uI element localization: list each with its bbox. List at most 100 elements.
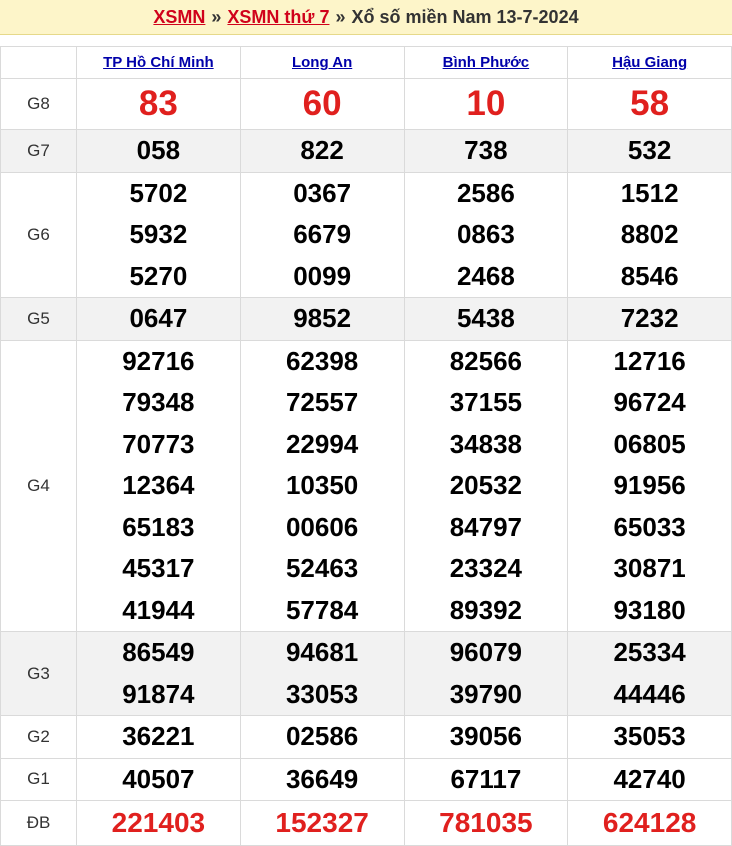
prize-cell: 7232 bbox=[567, 297, 732, 341]
province-link-hau-giang[interactable]: Hậu Giang bbox=[612, 54, 687, 71]
prize-number: 42740 bbox=[613, 763, 686, 794]
prize-cell: 92716 79348 70773 12364 65183 45317 41944 bbox=[76, 339, 241, 632]
prize-row-g8: G8 83 60 10 58 bbox=[0, 78, 732, 130]
prize-cell: 058 bbox=[76, 129, 241, 173]
prize-cell: 5438 bbox=[403, 297, 569, 341]
prize-cell: 1512 8802 8546 bbox=[567, 171, 732, 298]
prize-number: 70773 bbox=[122, 428, 195, 459]
breadcrumb-separator: » bbox=[211, 6, 222, 27]
prize-number: 8546 bbox=[620, 260, 679, 291]
prize-number: 96724 bbox=[613, 387, 686, 417]
prize-number: 39056 bbox=[449, 721, 523, 751]
prize-number: 65183 bbox=[122, 511, 195, 542]
prize-cell: 822 bbox=[239, 129, 405, 173]
prize-number: 058 bbox=[136, 135, 181, 165]
prize-number: 37155 bbox=[449, 387, 523, 417]
spacer bbox=[0, 35, 732, 46]
prize-number: 52463 bbox=[285, 553, 359, 583]
prize-row-g7: G7 058 822 738 532 bbox=[0, 129, 732, 173]
prize-cell: 221403 bbox=[76, 800, 241, 846]
prize-number: 6679 bbox=[293, 219, 352, 249]
prize-cell: 67117 bbox=[403, 757, 569, 801]
prize-number: 1512 bbox=[620, 177, 679, 208]
prize-number: 65033 bbox=[613, 511, 686, 542]
breadcrumb-header: XSMN » XSMN thứ 7 » Xổ số miền Nam 13-7-… bbox=[0, 0, 732, 35]
prize-cell: 42740 bbox=[567, 757, 732, 801]
prize-cell: 94681 33053 bbox=[239, 631, 405, 716]
prize-number: 0647 bbox=[129, 303, 188, 333]
prize-number: 0863 bbox=[456, 219, 515, 249]
breadcrumb-link-xsmn[interactable]: XSMN bbox=[153, 7, 205, 28]
prize-label: G6 bbox=[0, 171, 77, 298]
prize-number: 79348 bbox=[122, 387, 195, 417]
province-link-binh-phuoc[interactable]: Bình Phước bbox=[443, 54, 530, 71]
prize-number: 2468 bbox=[456, 260, 515, 291]
prize-number: 10350 bbox=[285, 470, 359, 500]
prize-label: G4 bbox=[0, 339, 77, 632]
prize-number: 781035 bbox=[439, 807, 533, 838]
prize-row-g4: G4 92716 79348 70773 12364 65183 45317 41944 623… bbox=[0, 339, 732, 632]
prize-row-g2: G2 36221 02586 39056 35053 bbox=[0, 715, 732, 759]
province-link-long-an[interactable]: Long An bbox=[292, 54, 352, 71]
prize-number: 8802 bbox=[620, 219, 679, 249]
prize-number: 23324 bbox=[449, 553, 523, 583]
prize-number: 91874 bbox=[122, 678, 195, 709]
prize-number: 67117 bbox=[450, 763, 522, 794]
prize-number: 02586 bbox=[285, 721, 359, 751]
prize-number: 62398 bbox=[285, 345, 359, 376]
prize-cell: 36221 bbox=[76, 715, 241, 759]
prize-number: 624128 bbox=[602, 807, 697, 838]
breadcrumb-link-xsmn-saturday[interactable]: XSMN thứ 7 bbox=[227, 7, 329, 28]
prize-number: 92716 bbox=[122, 345, 195, 376]
prize-number: 0367 bbox=[293, 177, 352, 208]
prize-number: 5702 bbox=[129, 177, 188, 208]
province-header: TP Hồ Chí Minh bbox=[76, 46, 241, 79]
prize-number: 86549 bbox=[122, 637, 195, 667]
prize-number: 5270 bbox=[129, 260, 188, 291]
prize-number: 58 bbox=[630, 84, 670, 123]
province-link-hcm[interactable]: TP Hồ Chí Minh bbox=[103, 54, 214, 71]
prize-number: 36649 bbox=[285, 763, 359, 794]
prize-cell: 152327 bbox=[239, 800, 405, 846]
prize-number: 45317 bbox=[122, 553, 195, 583]
prize-cell: 9852 bbox=[239, 297, 405, 341]
prize-cell: 40507 bbox=[76, 757, 241, 801]
province-header: Bình Phước bbox=[403, 46, 569, 79]
prize-number: 33053 bbox=[285, 678, 359, 709]
prize-number: 221403 bbox=[111, 807, 206, 838]
province-header-row: TP Hồ Chí Minh Long An Bình Phước Hậu Gi… bbox=[0, 46, 732, 79]
prize-number: 39790 bbox=[449, 678, 523, 709]
prize-label: G7 bbox=[0, 129, 77, 173]
prize-number: 20532 bbox=[449, 470, 523, 500]
province-header: Long An bbox=[239, 46, 405, 79]
prize-cell: 5702 5932 5270 bbox=[76, 171, 241, 298]
prize-number: 22994 bbox=[285, 428, 359, 459]
prize-cell: 35053 bbox=[567, 715, 732, 759]
prize-cell: 62398 72557 22994 10350 00606 52463 57784 bbox=[239, 339, 405, 632]
prize-number: 57784 bbox=[285, 594, 359, 625]
prize-number: 34838 bbox=[449, 428, 523, 459]
prize-cell: 82566 37155 34838 20532 84797 23324 89392 bbox=[403, 339, 569, 632]
prize-number: 30871 bbox=[613, 553, 686, 583]
prize-number: 91956 bbox=[613, 470, 686, 500]
prize-number: 60 bbox=[302, 84, 342, 123]
prize-number: 2586 bbox=[456, 177, 515, 208]
prize-number: 738 bbox=[464, 135, 508, 165]
results-table: TP Hồ Chí Minh Long An Bình Phước Hậu Gi… bbox=[0, 46, 732, 846]
prize-number: 9852 bbox=[293, 303, 352, 333]
prize-number: 822 bbox=[300, 135, 344, 165]
prize-cell: 96079 39790 bbox=[403, 631, 569, 716]
prize-number: 36221 bbox=[122, 721, 195, 751]
prize-cell: 60 bbox=[239, 78, 405, 130]
prize-number: 5932 bbox=[129, 219, 188, 249]
prize-number: 84797 bbox=[449, 511, 523, 542]
prize-number: 7232 bbox=[620, 303, 679, 333]
prize-row-g1: G1 40507 36649 67117 42740 bbox=[0, 757, 732, 801]
prize-cell: 624128 bbox=[567, 800, 732, 846]
prize-row-g5: G5 0647 9852 5438 7232 bbox=[0, 297, 732, 341]
prize-number: 40507 bbox=[122, 763, 195, 794]
prize-number: 10 bbox=[466, 84, 506, 123]
prize-cell: 2586 0863 2468 bbox=[403, 171, 569, 298]
province-header: Hậu Giang bbox=[567, 46, 732, 79]
prize-number: 00606 bbox=[285, 511, 359, 542]
